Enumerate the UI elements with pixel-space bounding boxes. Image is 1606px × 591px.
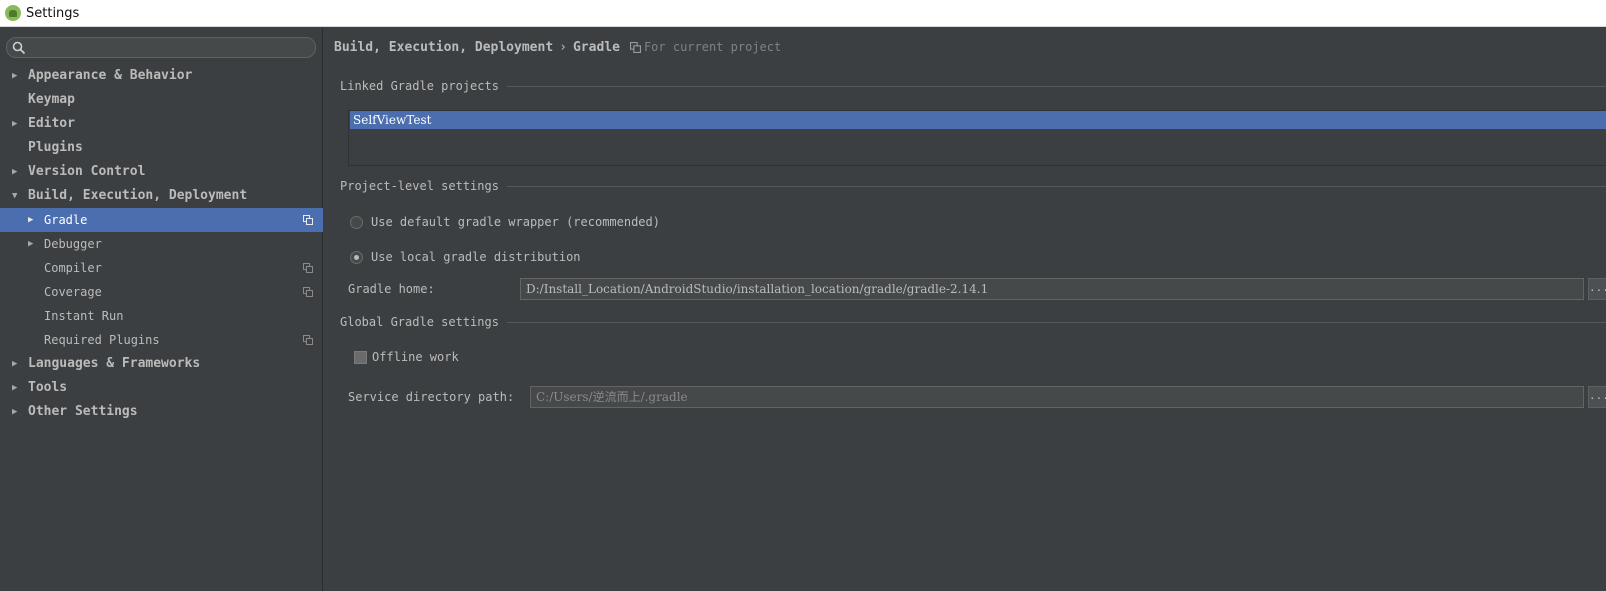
sidebar-item-languages-frameworks[interactable]: ▶ Languages & Frameworks [0,352,323,376]
sidebar-item-label: Version Control [28,164,146,179]
global-settings-header: Global Gradle settings [340,315,1606,329]
sidebar-item-build-execution-deployment[interactable]: ▼ Build, Execution, Deployment [0,184,323,208]
expand-arrow-icon[interactable]: ▶ [12,160,22,184]
sidebar-item-label: Tools [28,380,68,395]
sidebar-item-label: Compiler [44,261,102,275]
window-title: Settings [26,5,80,21]
project-scope-icon [303,335,313,345]
gradle-home-field[interactable]: D:/Install_Location/AndroidStudio/instal… [520,278,1584,300]
expand-arrow-icon[interactable]: ▶ [12,64,22,88]
sidebar-item-keymap[interactable]: Keymap [0,88,323,112]
scope-note: For current project [643,40,782,54]
gradle-home-row: Gradle home: D:/Install_Location/Android… [348,278,1584,300]
breadcrumb-current: Gradle [572,39,620,55]
service-dir-field[interactable]: C:/Users/逆流而上/.gradle [530,386,1584,408]
section-divider [506,185,1606,187]
settings-tree: ▶ Appearance & Behavior Keymap ▶ Editor … [0,64,323,424]
linked-projects-header: Linked Gradle projects [340,79,1606,93]
sidebar-item-label: Build, Execution, Deployment [28,188,248,203]
breadcrumb-parent[interactable]: Build, Execution, Deployment [334,40,553,55]
breadcrumb: Build, Execution, Deployment › Gradle Fo… [334,38,781,56]
service-dir-label: Service directory path: [348,390,515,404]
sidebar-item-editor[interactable]: ▶ Editor [0,112,323,136]
section-title: Linked Gradle projects [340,79,499,93]
linked-projects-list[interactable]: SelfViewTest [348,110,1606,166]
project-scope-icon [629,41,641,53]
sidebar-item-tools[interactable]: ▶ Tools [0,376,323,400]
settings-content: Build, Execution, Deployment › Gradle Fo… [324,28,1606,591]
expand-arrow-icon[interactable]: ▶ [12,352,22,376]
offline-work-option[interactable]: Offline work [354,350,459,364]
sidebar-item-gradle[interactable]: ▶ Gradle [0,208,323,232]
sidebar-item-label: Editor [28,116,75,131]
section-title: Global Gradle settings [340,315,499,329]
title-bar: Settings [0,0,1606,27]
sidebar-item-label: Debugger [44,237,102,251]
sidebar-item-label: Plugins [28,140,83,155]
settings-sidebar: ▶ Appearance & Behavior Keymap ▶ Editor … [0,28,323,591]
sidebar-item-plugins[interactable]: Plugins [0,136,323,160]
checkbox-label[interactable]: Offline work [372,350,459,364]
checkbox[interactable] [354,350,367,364]
section-divider [506,85,1606,87]
sidebar-item-compiler[interactable]: Compiler [0,256,323,280]
local-distribution-option[interactable]: Use local gradle distribution [350,250,581,264]
expand-arrow-icon[interactable]: ▶ [28,208,38,232]
project-settings-header: Project-level settings [340,179,1606,193]
collapse-arrow-icon[interactable]: ▼ [12,184,22,208]
section-title: Project-level settings [340,179,499,193]
sidebar-item-debugger[interactable]: ▶ Debugger [0,232,323,256]
project-scope-icon [303,287,313,297]
expand-arrow-icon[interactable]: ▶ [12,376,22,400]
expand-arrow-icon[interactable]: ▶ [12,112,22,136]
sidebar-item-label: Required Plugins [44,333,160,347]
sidebar-item-label: Languages & Frameworks [28,356,201,371]
sidebar-item-required-plugins[interactable]: Required Plugins [0,328,323,352]
list-item[interactable]: SelfViewTest [350,111,1606,129]
sidebar-item-label: Coverage [44,285,102,299]
breadcrumb-separator: › [559,39,567,55]
radio-label[interactable]: Use local gradle distribution [371,250,581,264]
sidebar-item-label: Instant Run [44,309,124,323]
browse-button[interactable]: ... [1588,278,1606,300]
expand-arrow-icon[interactable]: ▶ [12,400,22,424]
sidebar-item-version-control[interactable]: ▶ Version Control [0,160,323,184]
gradle-home-label: Gradle home: [348,282,435,296]
search-box[interactable] [6,37,316,58]
section-divider [506,321,1606,323]
default-wrapper-option[interactable]: Use default gradle wrapper (recommended) [350,215,660,229]
expand-arrow-icon[interactable]: ▶ [28,232,38,256]
search-icon [12,41,26,55]
radio-label[interactable]: Use default gradle wrapper (recommended) [371,215,660,229]
android-studio-icon [5,5,21,21]
sidebar-item-appearance-behavior[interactable]: ▶ Appearance & Behavior [0,64,323,88]
sidebar-item-label: Other Settings [28,404,138,419]
search-input[interactable] [29,39,309,56]
service-dir-row: Service directory path: C:/Users/逆流而上/.g… [348,386,1584,408]
sidebar-item-other-settings[interactable]: ▶ Other Settings [0,400,323,424]
project-scope-icon [303,215,313,225]
radio-button[interactable] [350,215,363,229]
sidebar-item-coverage[interactable]: Coverage [0,280,323,304]
sidebar-item-label: Appearance & Behavior [28,68,193,83]
sidebar-item-instant-run[interactable]: Instant Run [0,304,323,328]
project-scope-icon [303,263,313,273]
radio-button-checked[interactable] [350,250,363,264]
sidebar-item-label: Gradle [44,213,88,227]
sidebar-item-label: Keymap [28,92,75,107]
browse-button[interactable]: ... [1588,386,1606,408]
